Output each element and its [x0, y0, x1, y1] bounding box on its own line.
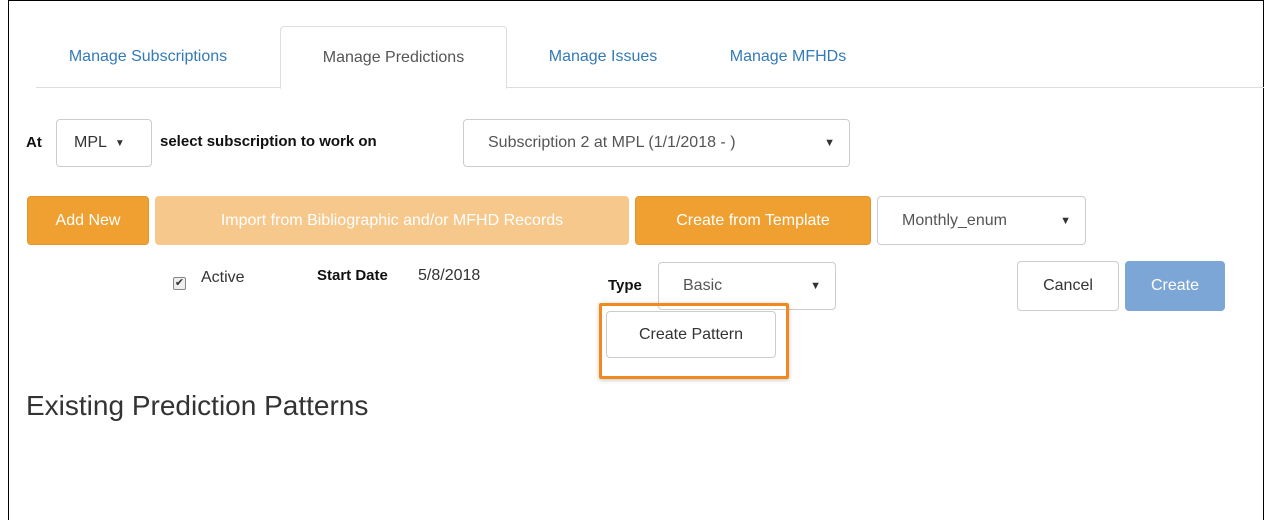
create-button[interactable]: Create: [1125, 261, 1225, 311]
caret-down-icon: ▼: [114, 137, 125, 149]
create-from-template-button[interactable]: Create from Template: [635, 196, 871, 245]
tab-manage-predictions[interactable]: Manage Predictions: [280, 26, 507, 89]
subscription-select[interactable]: Subscription 2 at MPL (1/1/2018 - ) ▼: [463, 119, 850, 167]
import-records-button[interactable]: Import from Bibliographic and/or MFHD Re…: [155, 196, 629, 245]
subscription-value: Subscription 2 at MPL (1/1/2018 - ): [488, 134, 736, 151]
type-label: Type: [608, 277, 642, 294]
active-checkbox[interactable]: ✔: [173, 277, 186, 290]
section-heading: Existing Prediction Patterns: [26, 390, 369, 421]
caret-down-icon: ▼: [824, 137, 835, 149]
active-label: Active: [201, 269, 245, 286]
add-new-button[interactable]: Add New: [27, 196, 149, 245]
library-value: MPL: [74, 134, 107, 151]
at-label: At: [26, 134, 42, 151]
type-value: Basic: [683, 277, 723, 294]
library-dropdown[interactable]: MPL ▼: [56, 119, 152, 167]
caret-down-icon: ▼: [810, 280, 821, 292]
caret-down-icon: ▼: [1060, 214, 1071, 227]
tab-bar: Manage Subscriptions Manage Predictions …: [36, 26, 1264, 89]
select-subscription-label: select subscription to work on: [160, 133, 377, 150]
start-date-value: 5/8/2018: [418, 267, 481, 284]
tab-manage-subscriptions[interactable]: Manage Subscriptions: [50, 26, 246, 88]
template-select[interactable]: Monthly_enum ▼: [877, 196, 1086, 245]
tab-manage-mfhds[interactable]: Manage MFHDs: [710, 26, 866, 88]
template-value: Monthly_enum: [902, 211, 1007, 229]
tab-manage-issues[interactable]: Manage Issues: [528, 26, 678, 88]
cancel-button[interactable]: Cancel: [1017, 261, 1119, 311]
create-pattern-button[interactable]: Create Pattern: [606, 311, 776, 358]
checkmark-icon: ✔: [174, 277, 185, 289]
start-date-label: Start Date: [317, 267, 388, 284]
